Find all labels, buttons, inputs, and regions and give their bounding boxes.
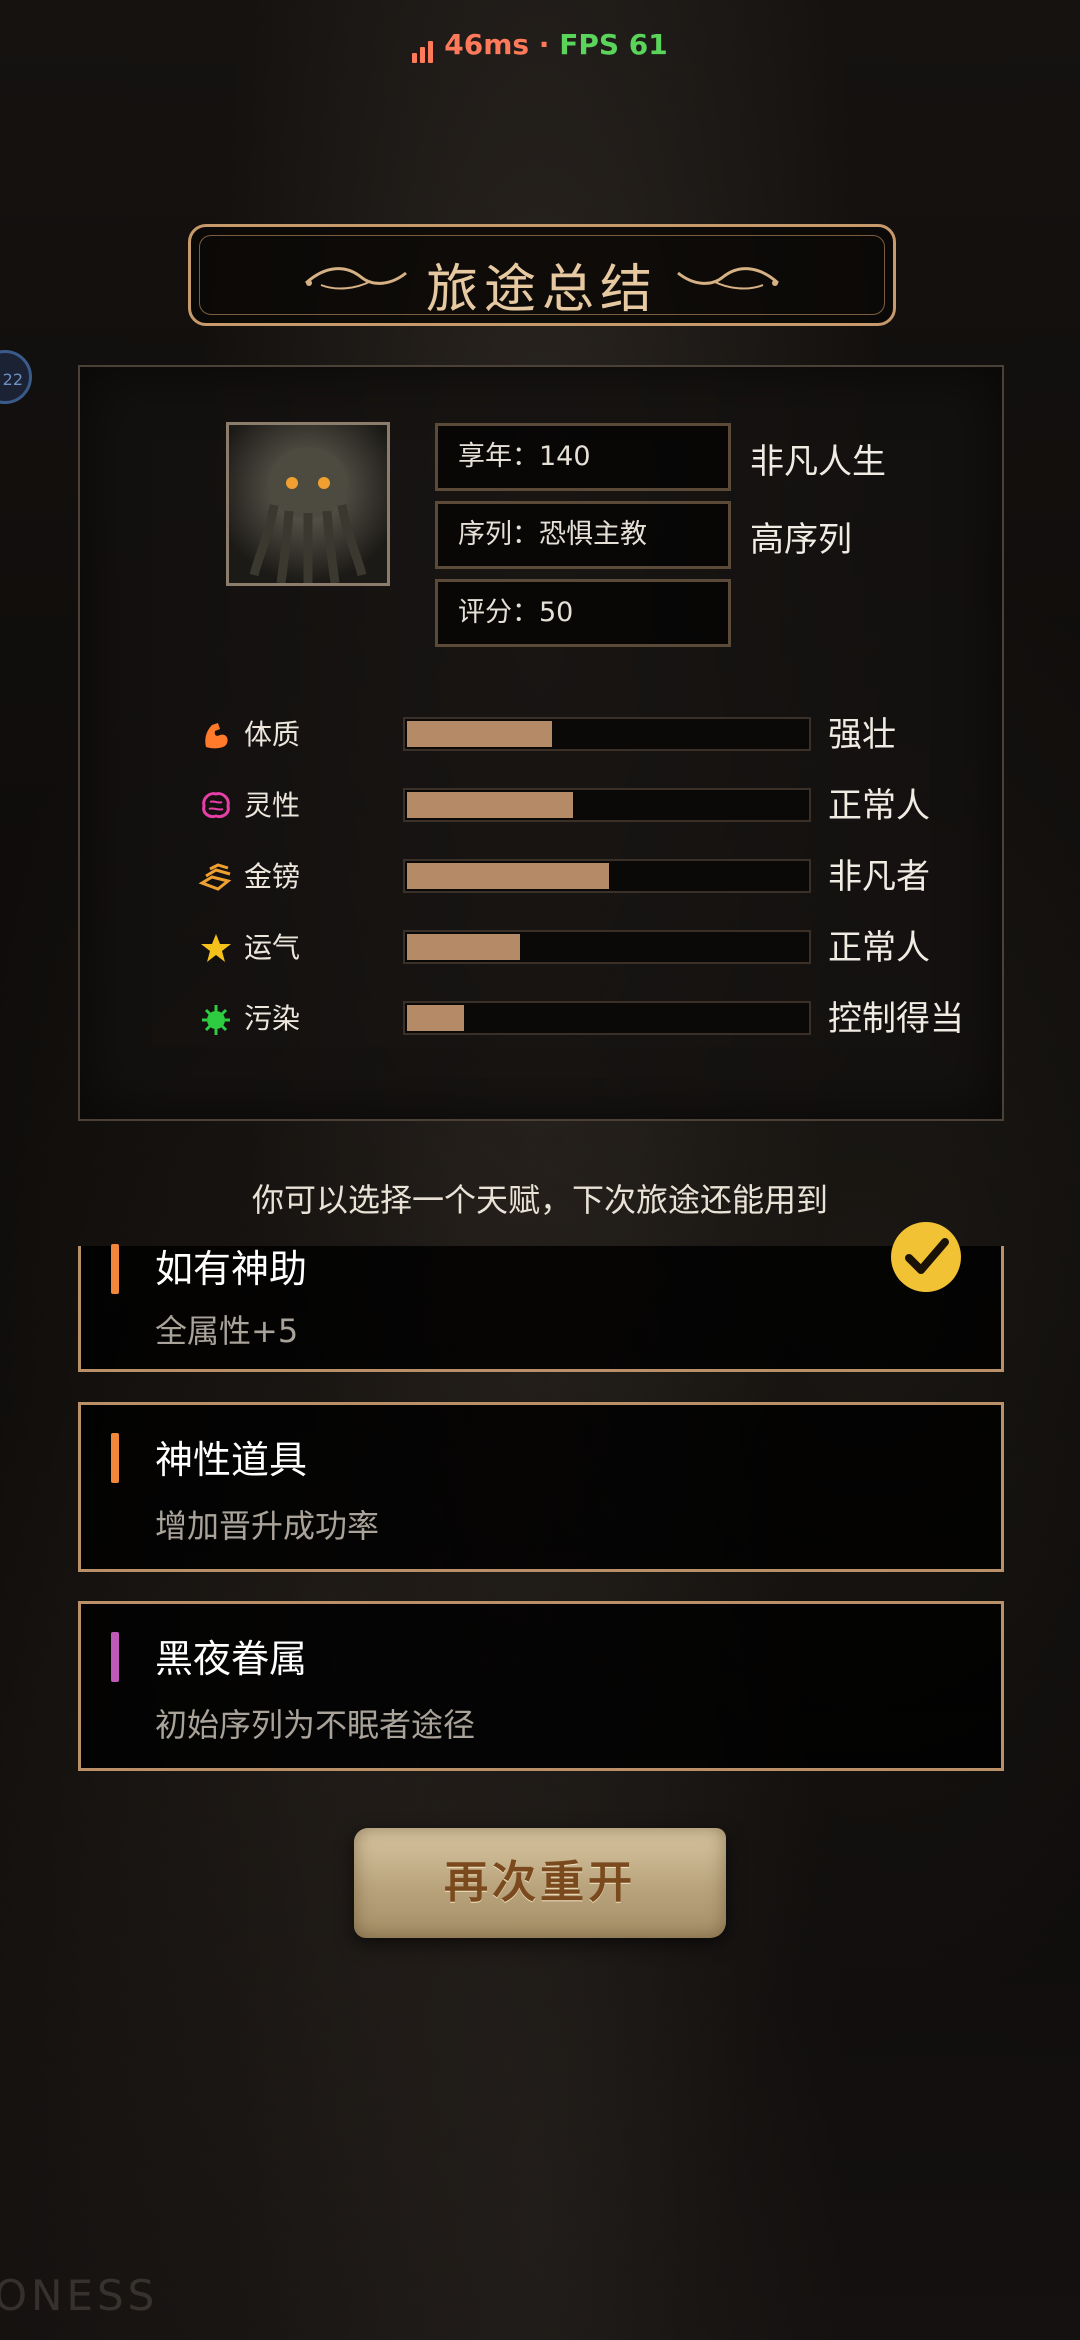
attribute-row-luck: 运气 正常人 bbox=[198, 928, 998, 968]
attribute-name: 污染 bbox=[244, 1002, 301, 1035]
muscle-arm-icon bbox=[205, 723, 228, 749]
attribute-bar bbox=[403, 859, 811, 893]
attribute-name: 金镑 bbox=[244, 860, 301, 893]
attribute-level: 正常人 bbox=[828, 786, 930, 826]
attribute-row-spirituality: 灵性 正常人 bbox=[198, 786, 998, 826]
status-separator: · bbox=[529, 28, 560, 61]
talent-card-2[interactable]: 神性道具 增加晋升成功率 bbox=[78, 1402, 1004, 1572]
attribute-level: 非凡者 bbox=[828, 857, 930, 897]
attribute-level: 控制得当 bbox=[828, 999, 964, 1039]
talent-card-3[interactable]: 黑夜眷属 初始序列为不眠者途径 bbox=[78, 1601, 1004, 1771]
network-status: 46ms · FPS 61 bbox=[0, 28, 1080, 63]
page-title: 旅途总结 bbox=[425, 260, 658, 320]
check-icon bbox=[891, 1222, 961, 1292]
attribute-bar bbox=[403, 717, 811, 751]
attribute-row-gold: 金镑 非凡者 bbox=[198, 857, 998, 897]
character-portrait bbox=[226, 422, 390, 586]
attribute-bar bbox=[403, 788, 811, 822]
fps-text: FPS 61 bbox=[559, 28, 668, 61]
score-box: 评分：50 bbox=[435, 579, 731, 647]
talent-desc: 初始序列为不眠者途径 bbox=[155, 1706, 476, 1744]
attribute-bar bbox=[403, 1001, 811, 1035]
age-box: 享年：140 bbox=[435, 423, 731, 491]
talent-name: 如有神助 bbox=[155, 1247, 308, 1291]
talent-name: 神性道具 bbox=[155, 1438, 308, 1482]
restart-button[interactable]: 再次重开 bbox=[354, 1828, 726, 1938]
latency-text: 46ms bbox=[444, 28, 530, 61]
attribute-name: 灵性 bbox=[244, 789, 301, 822]
talent-hint: 你可以选择一个天赋，下次旅途还能用到 bbox=[251, 1181, 828, 1219]
attribute-row-constitution: 体质 强壮 bbox=[198, 715, 998, 755]
talent-card-1[interactable]: 如有神助 全属性+5 bbox=[78, 1222, 1004, 1372]
attribute-level: 正常人 bbox=[828, 928, 930, 968]
sequence-box: 序列：恐惧主教 bbox=[435, 501, 731, 569]
signal-icon bbox=[412, 30, 436, 63]
gold-bars-icon bbox=[198, 863, 232, 891]
talent-name: 黑夜眷属 bbox=[155, 1637, 308, 1681]
title-banner: 旅途总结 bbox=[188, 224, 896, 326]
talent-desc: 全属性+5 bbox=[155, 1312, 299, 1350]
sequence-rating: 高序列 bbox=[750, 520, 852, 560]
ornament-right-icon bbox=[677, 267, 780, 290]
attribute-name: 运气 bbox=[244, 931, 301, 964]
attribute-level: 强壮 bbox=[828, 715, 896, 755]
watermark-text: ONESS bbox=[0, 2271, 159, 2320]
talent-desc: 增加晋升成功率 bbox=[155, 1507, 380, 1545]
life-rating: 非凡人生 bbox=[750, 442, 886, 482]
summary-panel: 享年：140 序列：恐惧主教 评分：50 非凡人生 高序列 体质 强壮 灵性 正… bbox=[78, 365, 1004, 1121]
attribute-bar bbox=[403, 930, 811, 964]
attribute-name: 体质 bbox=[244, 718, 301, 751]
brain-icon bbox=[202, 792, 230, 818]
background bbox=[0, 0, 1080, 2340]
attribute-row-pollution: 污染 控制得当 bbox=[198, 999, 998, 1039]
virus-icon bbox=[202, 1005, 230, 1035]
star-icon bbox=[201, 934, 231, 962]
